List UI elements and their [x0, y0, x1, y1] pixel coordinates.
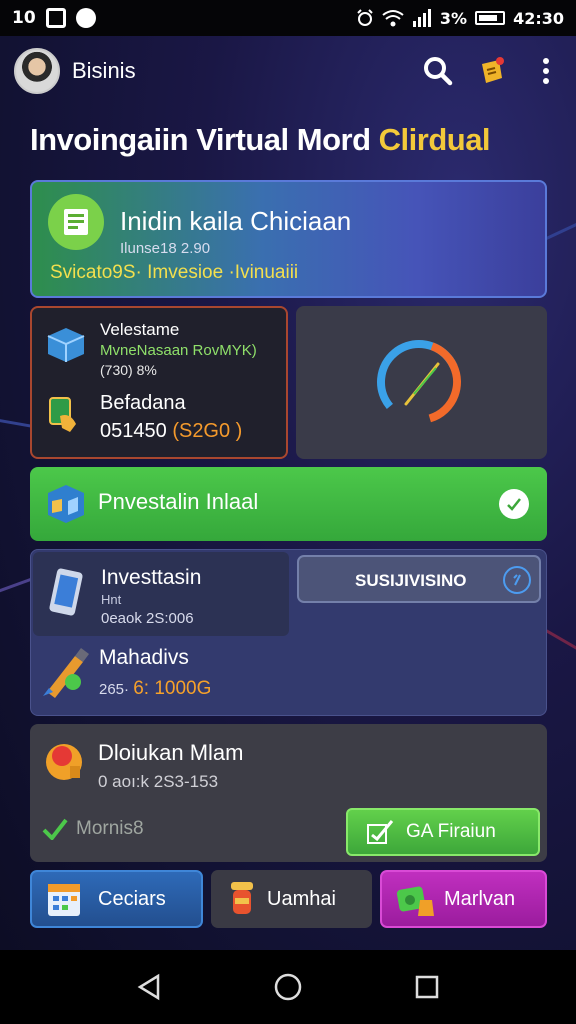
alarm-icon — [357, 9, 373, 26]
hero-card[interactable]: Inidin kaila Chiciaan Ilunse18 2.90 Svic… — [30, 180, 547, 298]
piggy-icon — [46, 744, 82, 780]
ga-firaiun-label: GA Firaiun — [406, 821, 496, 842]
ceciars-label: Ceciars — [98, 887, 166, 910]
confirm-button[interactable] — [499, 489, 529, 519]
recents-icon[interactable] — [414, 974, 440, 1000]
search-button[interactable] — [422, 55, 454, 87]
edit-check-icon — [367, 820, 394, 844]
box-icon — [47, 328, 85, 362]
subscribe-label: SUSIJIVISINO — [355, 571, 467, 590]
mahadivs-label: Mahadivs — [99, 646, 189, 669]
marlvan-label: Marlvan — [444, 887, 516, 910]
battery-icon — [475, 11, 506, 25]
more-menu-button[interactable] — [530, 55, 562, 87]
stat-value-accent: (S2G0 ) — [172, 420, 243, 442]
investment-panel: Investtasin Hnt 0eaok 2S:006 SUSIJIVISIN… — [30, 549, 547, 716]
stat-label-befadana: Befadana — [100, 392, 186, 414]
dividend-title: Dloiukan Mlam — [98, 740, 244, 765]
dividend-value: 0 aoı:k 2S3-153 — [98, 772, 219, 791]
avatar[interactable] — [14, 48, 60, 94]
page-title-accent: Clirdual — [378, 122, 491, 157]
status-indicator: Mornis8 — [42, 818, 144, 840]
stat-sub-text: (730) 8% — [100, 362, 157, 378]
messenger-icon — [75, 8, 96, 28]
invest-initial-card[interactable]: Pnvestalin Inlaal — [30, 467, 547, 541]
refresh-icon — [503, 566, 531, 594]
stat-label-velestame: Velestame — [100, 320, 180, 339]
status-bar: 10 3% 42:30 — [0, 0, 576, 36]
page-title: Invoingaiin Virtual Mord Clirdual — [30, 122, 491, 158]
wifi-icon — [382, 10, 404, 27]
notification-icon — [482, 57, 504, 83]
back-icon[interactable] — [136, 973, 162, 1001]
check-icon — [507, 498, 521, 511]
investment-value: 0eaok 2S:006 — [101, 610, 194, 627]
more-vert-icon — [543, 58, 549, 84]
app-title: Bisinis — [72, 58, 136, 83]
notification-button[interactable] — [476, 55, 508, 87]
status-left-text: 10 — [12, 8, 36, 28]
pen-icon — [43, 648, 89, 698]
stat-green-text: MvneNasaan RovMYK) — [100, 342, 257, 359]
battery-percent: 3% — [439, 8, 468, 28]
app-bar: Bisinis — [0, 38, 576, 104]
investment-row[interactable]: Investtasin Hnt 0eaok 2S:006 — [33, 552, 289, 636]
status-time: 42:30 — [513, 8, 564, 28]
invest-initial-label: Pnvestalin Inlaal — [98, 489, 259, 514]
dividend-card[interactable]: Dloiukan Mlam 0 aoı:k 2S3-153 Mornis8 GA… — [30, 724, 547, 862]
mahadivs-value: 265· 6: 1000G — [99, 678, 211, 700]
stat-value: 051450 (S2G0 ) — [100, 420, 242, 443]
page-title-text: Invoingaiin Virtual Mord — [30, 122, 371, 157]
investment-label: Investtasin — [101, 566, 202, 589]
money-bag-icon — [396, 886, 434, 916]
investment-small: Hnt — [101, 592, 122, 607]
ga-firaiun-button[interactable]: GA Firaiun — [346, 808, 540, 856]
phone-hand-icon — [49, 397, 76, 432]
mahadivs-value-accent: 6: 1000G — [133, 678, 212, 699]
uamhai-button[interactable]: Uamhai — [211, 870, 372, 928]
invest-box-icon — [48, 485, 84, 523]
calendar-icon — [48, 884, 80, 916]
uamhai-label: Uamhai — [267, 887, 336, 910]
signal-icon — [412, 9, 431, 27]
app-screen: 10 3% 42:30 Bisinis Invoingaiin Virtual … — [0, 0, 576, 1024]
gauge-card[interactable] — [296, 306, 547, 459]
photo-icon — [45, 8, 66, 28]
hero-info: Svicato9S· Imvesioe ·Ivinuaiii — [50, 262, 299, 283]
ledger-icon — [48, 194, 104, 250]
marlvan-button[interactable]: Marlvan — [380, 870, 547, 928]
subscribe-button[interactable]: SUSIJIVISINO — [297, 555, 541, 603]
jar-icon — [231, 882, 253, 914]
ceciars-button[interactable]: Ceciars — [30, 870, 203, 928]
tablet-icon — [49, 568, 83, 616]
gauge-icon — [377, 340, 461, 424]
stat-value-main: 051450 — [100, 420, 167, 442]
stats-card[interactable]: Velestame MvneNasaan RovMYK) (730) 8% Be… — [30, 306, 288, 459]
status-text: Mornis8 — [76, 818, 144, 839]
system-nav-bar — [0, 950, 576, 1024]
checkmark-icon — [42, 818, 68, 840]
home-icon[interactable] — [273, 972, 303, 1002]
search-icon — [424, 57, 453, 86]
hero-subtitle: Ilunse18 2.90 — [120, 240, 211, 257]
hero-title: Inidin kaila Chiciaan — [120, 206, 352, 236]
mahadivs-value-main: 265· — [99, 681, 134, 698]
